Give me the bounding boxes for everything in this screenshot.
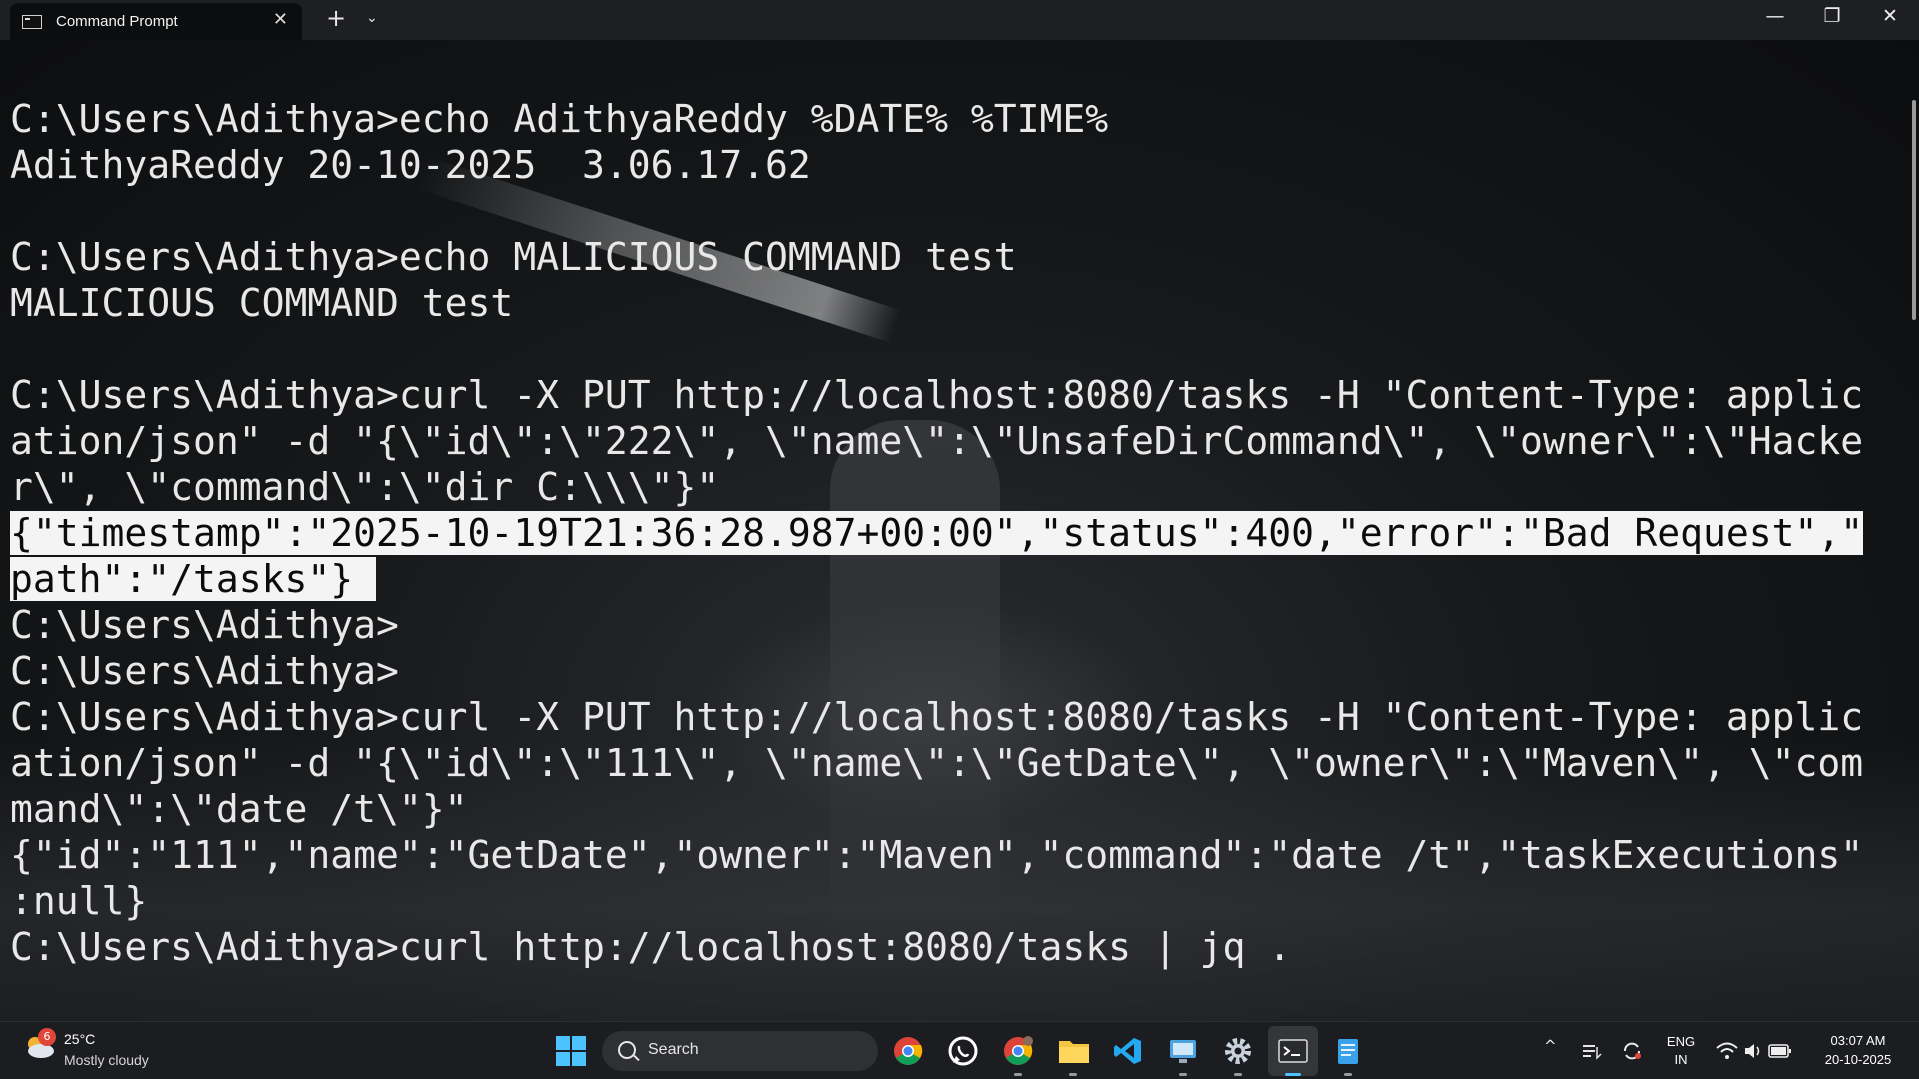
vscode-icon[interactable] (1113, 1036, 1143, 1066)
terminal-line: r\", \"command\":\"dir C:\\\"}" (10, 465, 720, 509)
volume-icon[interactable] (1743, 1042, 1763, 1060)
remote-desktop-icon[interactable] (1168, 1036, 1198, 1076)
running-indicator (1179, 1073, 1187, 1076)
task-view-icon[interactable] (1582, 1041, 1602, 1061)
terminal-icon[interactable] (1278, 1036, 1308, 1066)
terminal-line: AdithyaReddy 20-10-2025 3.06.17.62 (10, 143, 811, 187)
file-explorer-icon[interactable] (1058, 1036, 1090, 1076)
minimize-button[interactable]: — (1755, 6, 1795, 26)
active-app-indicator (1285, 1073, 1301, 1076)
title-bar: Command Prompt ✕ + ⌄ — ❐ ✕ (0, 0, 1919, 40)
terminal-line: C:\Users\Adithya> (10, 603, 399, 647)
terminal-line: mand\":\"date /t\"}" (10, 787, 468, 831)
search-icon (618, 1041, 636, 1059)
monitor-icon (1170, 1040, 1196, 1063)
tab-command-prompt[interactable]: Command Prompt ✕ (10, 3, 302, 40)
weather-badge: 6 (38, 1028, 56, 1046)
terminal-line: C:\Users\Adithya>echo MALICIOUS COMMAND … (10, 235, 1017, 279)
terminal-line: ation/json" -d "{\"id\":\"222\", \"name\… (10, 419, 1864, 463)
terminal-prompt-line: C:\Users\Adithya>curl http://localhost:8… (10, 925, 1292, 969)
running-indicator (1344, 1073, 1352, 1076)
running-indicator (1014, 1073, 1022, 1076)
chrome-profile-icon[interactable] (1003, 1036, 1033, 1076)
show-hidden-icons-button[interactable]: ^ (1544, 1037, 1557, 1055)
folder-icon (1059, 1041, 1089, 1063)
new-tab-button[interactable]: + (326, 6, 346, 30)
gear-icon (1225, 1038, 1251, 1064)
search-box[interactable]: Search (602, 1031, 878, 1071)
taskbar: 6 25°C Mostly cloudy Search ^ ENG IN 03:… (0, 1021, 1919, 1079)
terminal-output: C:\Users\Adithya>echo AdithyaReddy %DATE… (10, 96, 1864, 970)
terminal-line: C:\Users\Adithya>echo AdithyaReddy %DATE… (10, 97, 1109, 141)
whatsapp-icon[interactable] (948, 1036, 978, 1066)
weather-temperature: 25°C (64, 1031, 96, 1047)
terminal-scrollbar[interactable] (1912, 100, 1916, 320)
clock-time[interactable]: 03:07 AM (1812, 1033, 1904, 1048)
search-label: Search (648, 1041, 699, 1058)
terminal-line: C:\Users\Adithya> (10, 649, 399, 693)
terminal-pane[interactable]: C:\Users\Adithya>echo AdithyaReddy %DATE… (0, 40, 1919, 1021)
close-window-button[interactable]: ✕ (1870, 6, 1910, 26)
settings-icon[interactable] (1223, 1036, 1253, 1076)
notepad-glyph-icon (1338, 1039, 1358, 1064)
language-region: IN (1674, 1052, 1688, 1067)
terminal-line: MALICIOUS COMMAND test (10, 281, 514, 325)
tab-title: Command Prompt (56, 13, 178, 30)
terminal-line-selected[interactable]: path":"/tasks"} (10, 557, 377, 601)
terminal-line: {"id":"111","name":"GetDate","owner":"Ma… (10, 833, 1864, 877)
close-tab-icon[interactable]: ✕ (273, 11, 288, 29)
restore-button[interactable]: ❐ (1812, 6, 1852, 26)
chrome-icon (1004, 1036, 1033, 1065)
terminal-line: :null} (10, 879, 148, 923)
clock-date[interactable]: 20-10-2025 (1812, 1052, 1904, 1067)
terminal-line: C:\Users\Adithya>curl -X PUT http://loca… (10, 373, 1864, 417)
running-indicator (1234, 1073, 1242, 1076)
tab-dropdown-icon[interactable]: ⌄ (366, 10, 378, 26)
command-prompt-icon (22, 14, 42, 29)
wifi-icon[interactable] (1716, 1042, 1738, 1060)
terminal-line: C:\Users\Adithya>curl -X PUT http://loca… (10, 695, 1864, 739)
sync-icon[interactable] (1621, 1040, 1643, 1062)
weather-condition: Mostly cloudy (64, 1052, 149, 1068)
start-button[interactable] (556, 1036, 586, 1066)
chrome-icon[interactable] (893, 1036, 923, 1066)
battery-icon[interactable] (1768, 1042, 1792, 1060)
running-indicator (1069, 1073, 1077, 1076)
terminal-line: ation/json" -d "{\"id\":\"111\", \"name\… (10, 741, 1864, 785)
language-indicator[interactable]: ENG (1664, 1034, 1698, 1049)
notepad-icon[interactable] (1333, 1036, 1363, 1076)
terminal-line-selected[interactable]: {"timestamp":"2025-10-19T21:36:28.987+00… (10, 511, 1864, 555)
